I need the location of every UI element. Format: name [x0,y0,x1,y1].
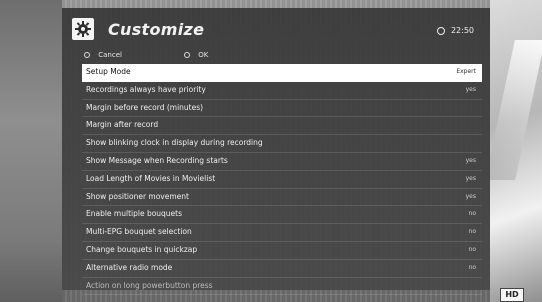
gear-icon [72,18,94,40]
setting-label: Enable multiple bouquets [86,209,183,219]
setting-value: no [468,210,476,218]
setting-label: Show positioner movement [86,191,189,201]
setting-label: Margin after record [86,120,159,130]
clock-icon [437,27,446,35]
setting-value: yes [465,192,476,200]
customize-menu: Customize 22:50 Cancel OK Setup Mode Exp… [62,8,490,296]
background-left-panel [0,0,62,302]
setting-row[interactable]: Alternative radio mode no [82,260,482,278]
setting-label: Multi-EPG bouquet selection [86,227,192,237]
clock: 22:50 [437,26,474,35]
setting-value: Expert [456,68,476,75]
setting-label: Recordings always have priority [86,84,206,94]
clock-time: 22:50 [450,26,474,35]
page-title: Customize [108,20,205,39]
setting-label: Show blinking clock in display during re… [86,138,263,148]
setting-row[interactable]: Action on long powerbutton press [82,278,482,296]
setting-row[interactable]: Recordings always have priority yes [82,82,482,100]
setting-row[interactable]: Margin after record [82,117,482,136]
setting-label: Show Message when Recording starts [86,155,228,165]
setting-value: yes [465,174,476,182]
setting-row[interactable]: Change bouquets in quickzap no [82,242,482,260]
ok-label: OK [198,51,209,59]
menu-header: Customize 22:50 [62,8,490,46]
setting-value: yes [465,85,476,93]
setting-label: Action on long powerbutton press [86,280,213,290]
setting-value: no [468,263,476,271]
setting-row[interactable]: Show positioner movement yes [82,189,482,207]
setting-row[interactable]: Show blinking clock in display during re… [82,135,482,153]
setting-row[interactable]: Show Message when Recording starts yes [82,153,482,171]
setting-label: Load Length of Movies in Movielist [86,173,216,183]
setting-label: Margin before record (minutes) [86,102,204,112]
setting-value: no [468,245,476,253]
setting-label: Change bouquets in quickzap [86,244,198,254]
setting-label: Setup Mode [86,67,131,76]
cancel-button[interactable]: Cancel [84,51,122,59]
setting-value: no [468,228,476,236]
setting-row-setup-mode[interactable]: Setup Mode Expert [82,64,482,82]
ok-button[interactable]: OK [184,51,208,59]
background-right-panel [485,0,542,302]
setting-row[interactable]: Load Length of Movies in Movielist yes [82,171,482,189]
green-button-icon [184,52,190,58]
setting-row[interactable]: Enable multiple bouquets no [82,206,482,225]
setting-label: Alternative radio mode [86,262,173,272]
cancel-label: Cancel [98,51,122,59]
red-button-icon [84,52,90,58]
background-highlight [485,40,542,180]
setting-value: yes [465,156,476,164]
settings-list: Setup Mode Expert Recordings always have… [82,64,482,296]
hd-badge: HD [500,288,524,302]
setting-row[interactable]: Multi-EPG bouquet selection no [82,224,482,242]
setting-row[interactable]: Margin before record (minutes) [82,100,482,118]
